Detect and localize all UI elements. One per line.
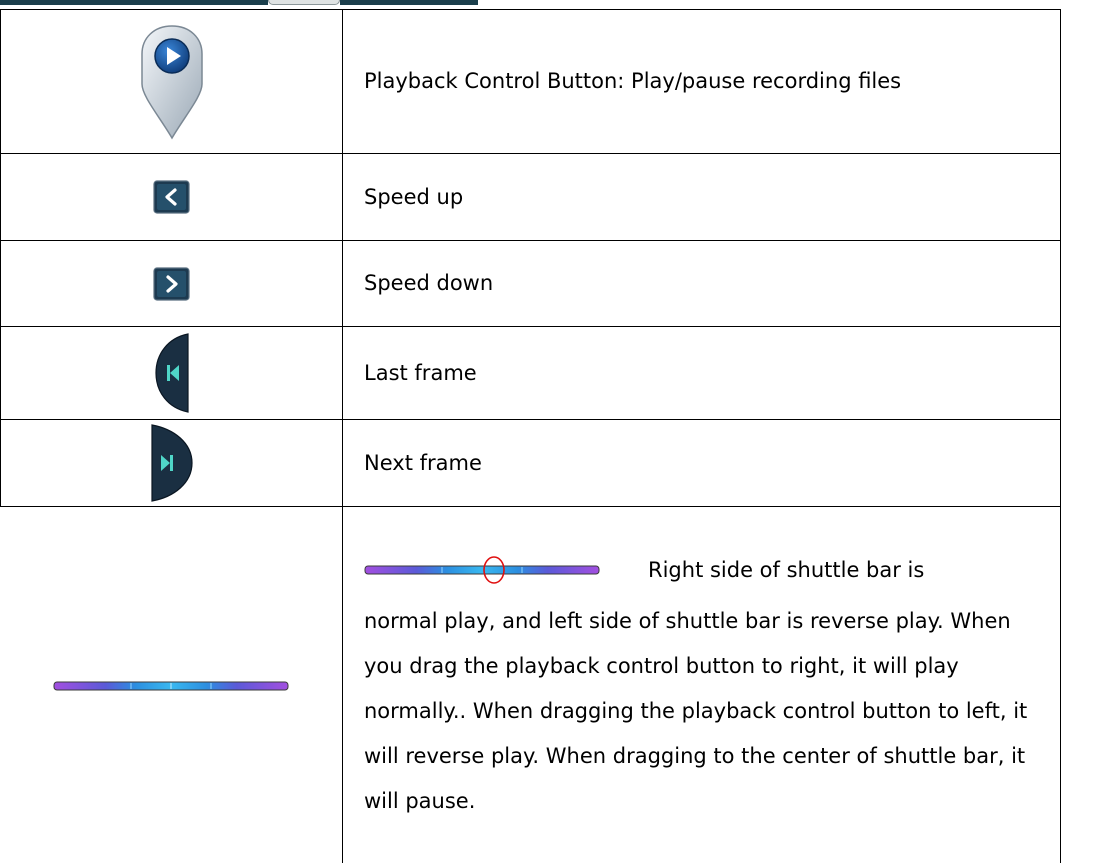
header-strip <box>0 0 478 9</box>
button-description-table: Playback Control Button: Play/pause reco… <box>0 9 1061 863</box>
chevron-left-icon[interactable] <box>153 180 190 214</box>
shuttle-bar-icon[interactable] <box>53 680 289 692</box>
table-row: Speed down <box>0 240 1061 327</box>
chevron-right-icon[interactable] <box>153 266 190 301</box>
table-row: Speed up <box>0 153 1061 241</box>
description-cell: Next frame <box>342 419 1061 507</box>
icon-cell <box>0 9 343 154</box>
table-row: Last frame <box>0 326 1061 420</box>
shuttle-description-text: normal play, and left side of shuttle ba… <box>364 609 1028 814</box>
header-strip-right <box>340 0 478 5</box>
description-cell: Speed up <box>342 153 1061 241</box>
playback-control-pin-icon[interactable] <box>139 24 205 140</box>
table-row: Playback Control Button: Play/pause reco… <box>0 9 1061 154</box>
icon-cell <box>0 153 343 241</box>
shuttle-description-first-line: Right side of shuttle bar is <box>364 541 1044 599</box>
last-frame-icon[interactable] <box>154 332 190 414</box>
icon-cell <box>0 240 343 327</box>
header-strip-left <box>0 0 268 5</box>
icon-cell <box>0 506 343 863</box>
description-cell: Last frame <box>342 326 1061 420</box>
shuttle-description-first-text: Right side of shuttle bar is <box>648 557 925 582</box>
next-frame-icon[interactable] <box>150 423 194 503</box>
header-strip-tab <box>268 0 340 5</box>
icon-cell <box>0 419 343 507</box>
description-cell: Playback Control Button: Play/pause reco… <box>342 9 1061 154</box>
description-cell: Right side of shuttle bar is normal play… <box>342 506 1061 863</box>
table-row: Next frame <box>0 419 1061 507</box>
icon-cell <box>0 326 343 420</box>
table-row: Right side of shuttle bar is normal play… <box>0 506 1061 863</box>
description-cell: Speed down <box>342 240 1061 327</box>
shuttle-bar-highlight-icon <box>364 556 600 585</box>
